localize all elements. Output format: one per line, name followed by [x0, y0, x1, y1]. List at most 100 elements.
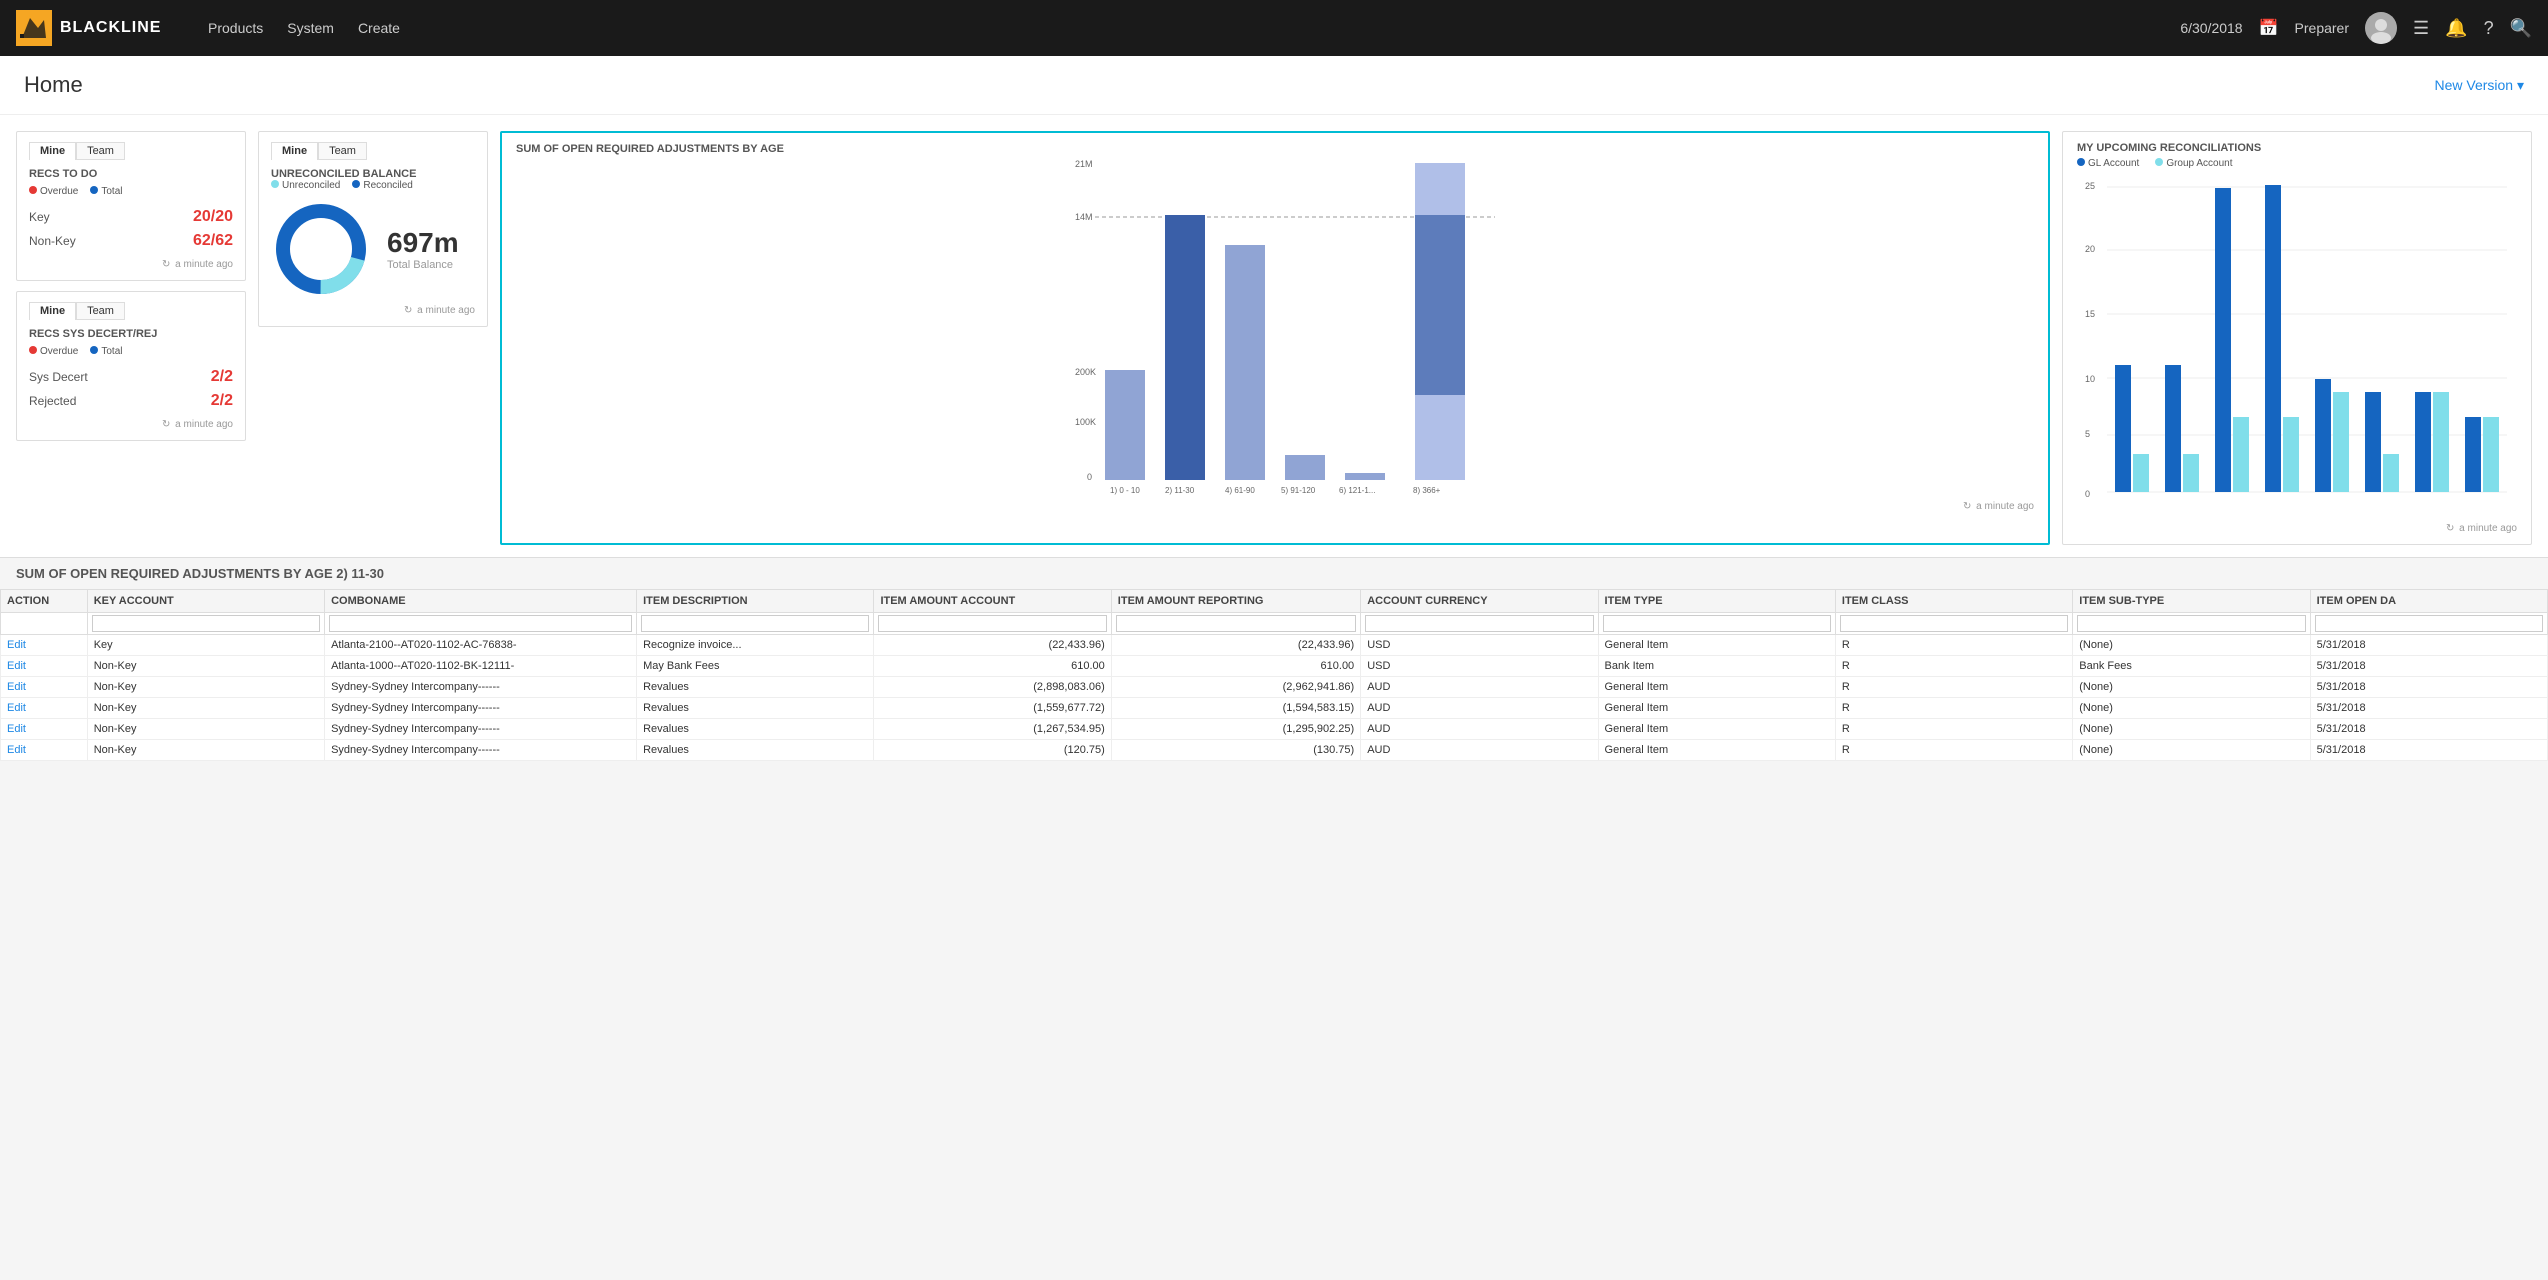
rec-bar-gl-8[interactable] [2465, 417, 2481, 492]
filter-desc[interactable] [637, 613, 874, 635]
edit-link[interactable]: Edit [7, 702, 26, 714]
bar-refresh-icon[interactable]: ↻ [1963, 501, 1971, 512]
unrec-refresh-icon[interactable]: ↻ [404, 305, 412, 316]
filter-open-input[interactable] [2315, 615, 2543, 632]
rec-bar-gl-6[interactable] [2365, 392, 2381, 492]
avatar[interactable] [2365, 12, 2397, 44]
rec-bar-gl-3[interactable] [2215, 188, 2231, 492]
rec-bar-gl-1[interactable] [2115, 365, 2131, 492]
refresh-icon[interactable]: ↻ [162, 259, 170, 270]
filter-type[interactable] [1598, 613, 1835, 635]
bar-121[interactable] [1345, 473, 1385, 480]
edit-link[interactable]: Edit [7, 681, 26, 693]
calendar-icon[interactable]: 📅 [2259, 18, 2279, 38]
table-container[interactable]: ACTION KEY ACCOUNT COMBONAME ITEM DESCRI… [0, 589, 2548, 761]
tab-team-sys[interactable]: Team [76, 302, 125, 320]
new-version-button[interactable]: New Version ▾ [2434, 77, 2524, 94]
bar-chart-footer: ↻ a minute ago [516, 501, 2034, 512]
filter-amt-acc-input[interactable] [878, 615, 1106, 632]
table-title: SUM OF OPEN REQUIRED ADJUSTMENTS BY AGE … [0, 557, 2548, 589]
rec-bar-group-5[interactable] [2333, 392, 2349, 492]
rec-bar-group-8[interactable] [2483, 417, 2499, 492]
notification-icon[interactable]: 🔔 [2445, 18, 2467, 39]
menu-icon[interactable]: ☰ [2413, 18, 2429, 39]
tab-mine-sys[interactable]: Mine [29, 302, 76, 320]
filter-class[interactable] [1835, 613, 2072, 635]
cell-action[interactable]: Edit [1, 740, 88, 761]
dashboard: Mine Team RECS TO DO Overdue Total Key 2… [0, 115, 2548, 545]
filter-amt-rep[interactable] [1111, 613, 1360, 635]
key-row: Key 20/20 [29, 205, 233, 229]
rec-bar-group-7[interactable] [2433, 392, 2449, 492]
filter-type-input[interactable] [1603, 615, 1831, 632]
bar-61-90[interactable] [1225, 245, 1265, 480]
rec-bar-group-6[interactable] [2383, 454, 2399, 492]
cell-item-open-da: 5/31/2018 [2310, 656, 2547, 677]
filter-amt-acc[interactable] [874, 613, 1111, 635]
table-row: Edit Non-Key Sydney-Sydney Intercompany-… [1, 719, 2548, 740]
cell-item-sub-type: (None) [2073, 635, 2310, 656]
cell-action[interactable]: Edit [1, 719, 88, 740]
rec-bar-gl-4[interactable] [2265, 185, 2281, 492]
edit-link[interactable]: Edit [7, 723, 26, 735]
recs-to-do-card: Mine Team RECS TO DO Overdue Total Key 2… [16, 131, 246, 281]
rec-refresh-icon[interactable]: ↻ [2446, 523, 2454, 534]
edit-link[interactable]: Edit [7, 639, 26, 651]
filter-class-input[interactable] [1840, 615, 2068, 632]
filter-currency[interactable] [1361, 613, 1598, 635]
bar-0-10[interactable] [1105, 370, 1145, 480]
navbar: BLACKLINE Products System Create 6/30/20… [0, 0, 2548, 56]
edit-link[interactable]: Edit [7, 744, 26, 756]
filter-currency-input[interactable] [1365, 615, 1593, 632]
cell-item-desc: Revalues [637, 740, 874, 761]
unrec-footer: ↻ a minute ago [271, 305, 475, 316]
filter-open-da[interactable] [2310, 613, 2547, 635]
cell-currency: AUD [1361, 698, 1598, 719]
nav-create[interactable]: Create [358, 16, 400, 40]
rec-bar-group-2[interactable] [2183, 454, 2199, 492]
filter-key-account[interactable] [87, 613, 324, 635]
rec-bar-group-3[interactable] [2233, 417, 2249, 492]
tab-mine-unrec[interactable]: Mine [271, 142, 318, 160]
bar-chart-area: 21M 14M 200K 100K 0 [516, 155, 2034, 495]
search-icon[interactable]: 🔍 [2510, 18, 2532, 39]
nav-products[interactable]: Products [208, 16, 263, 40]
sys-legend: Overdue Total [29, 346, 233, 357]
rec-footer: ↻ a minute ago [2077, 523, 2517, 534]
bar-91-120[interactable] [1285, 455, 1325, 480]
page-title: Home [24, 72, 83, 98]
filter-sub-type[interactable] [2073, 613, 2310, 635]
filter-desc-input[interactable] [641, 615, 869, 632]
rec-bar-gl-7[interactable] [2415, 392, 2431, 492]
filter-amt-rep-input[interactable] [1116, 615, 1356, 632]
filter-combo-input[interactable] [329, 615, 632, 632]
cell-action[interactable]: Edit [1, 656, 88, 677]
table-row: Edit Non-Key Sydney-Sydney Intercompany-… [1, 698, 2548, 719]
cell-item-sub-type: (None) [2073, 719, 2310, 740]
filter-sub-input[interactable] [2077, 615, 2305, 632]
bar-11-30[interactable] [1165, 215, 1205, 480]
tab-team-unrec[interactable]: Team [318, 142, 367, 160]
col-item-description: ITEM DESCRIPTION [637, 590, 874, 613]
bar-366-dark[interactable] [1415, 215, 1465, 395]
rec-bar-group-4[interactable] [2283, 417, 2299, 492]
rec-bar-gl-5[interactable] [2315, 379, 2331, 492]
table-row: Edit Non-Key Atlanta-1000--AT020-1102-BK… [1, 656, 2548, 677]
cell-action[interactable]: Edit [1, 677, 88, 698]
rec-bar-group-1[interactable] [2133, 454, 2149, 492]
tab-mine-recs[interactable]: Mine [29, 142, 76, 160]
filter-comboname[interactable] [325, 613, 637, 635]
donut-info: 697m Total Balance [387, 227, 459, 271]
tab-team-recs[interactable]: Team [76, 142, 125, 160]
help-icon[interactable]: ? [2484, 18, 2494, 39]
cell-comboname: Atlanta-1000--AT020-1102-BK-12111- [325, 656, 637, 677]
cell-key-account: Non-Key [87, 677, 324, 698]
edit-link[interactable]: Edit [7, 660, 26, 672]
rec-bar-gl-2[interactable] [2165, 365, 2181, 492]
unreconciled-card: Mine Team UNRECONCILED BALANCE Unreconci… [258, 131, 488, 327]
cell-action[interactable]: Edit [1, 698, 88, 719]
filter-key-input[interactable] [92, 615, 320, 632]
cell-action[interactable]: Edit [1, 635, 88, 656]
nav-system[interactable]: System [287, 16, 334, 40]
sys-refresh-icon[interactable]: ↻ [162, 419, 170, 430]
